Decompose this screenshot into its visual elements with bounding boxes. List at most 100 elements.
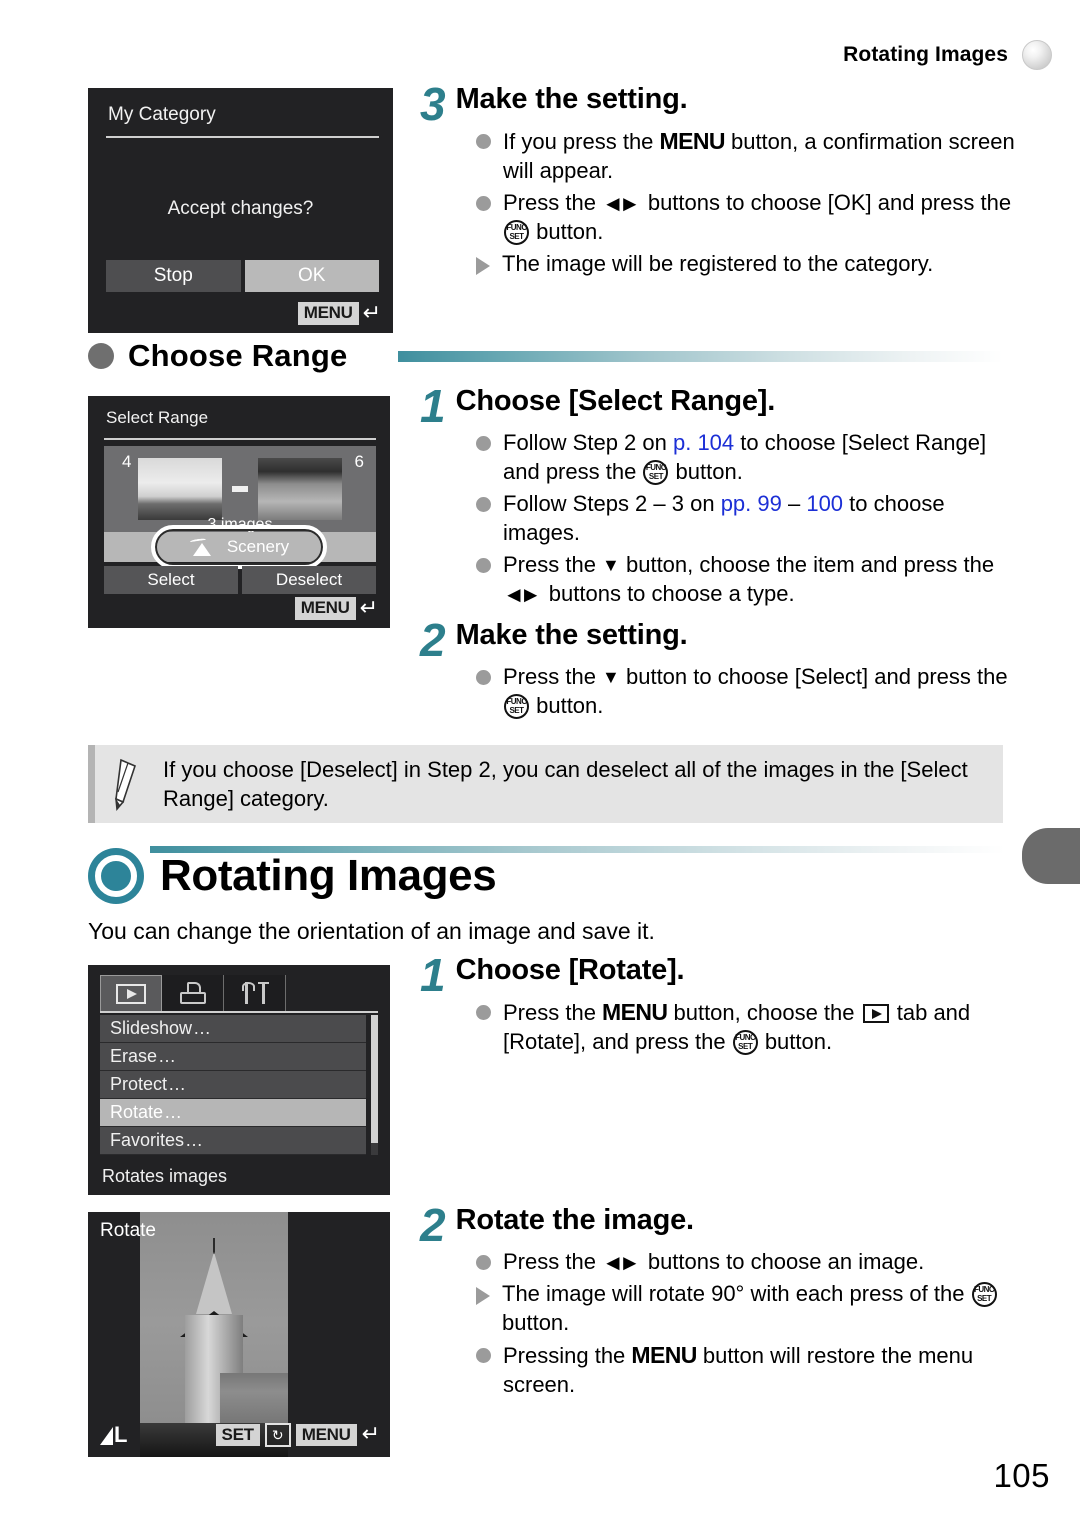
tab-print[interactable] xyxy=(162,975,224,1011)
bullet-text: The image will be registered to the cate… xyxy=(502,251,934,277)
select-button[interactable]: Select xyxy=(104,566,238,594)
menu-scrollbar-thumb[interactable] xyxy=(371,1015,378,1143)
page-link[interactable]: 100 xyxy=(806,491,843,516)
menu-badge: MENU xyxy=(295,1423,357,1447)
running-header: Rotating Images xyxy=(843,40,1052,70)
print-icon xyxy=(179,982,206,1004)
func-set-button-icon: FUNC SET xyxy=(971,1281,997,1307)
menu-hint-text: Rotates images xyxy=(102,1166,228,1186)
subsection-heading-choose-range: Choose Range xyxy=(88,338,347,374)
stop-button[interactable]: Stop xyxy=(106,260,241,292)
lcd-title: My Category xyxy=(108,104,216,125)
down-button-icon: ▼ xyxy=(602,554,620,575)
bullet-text: Follow Step 2 on p. 104 to choose [Selec… xyxy=(503,429,987,485)
bullet-item: Follow Steps 2 – 3 on pp. 99 – 100 to ch… xyxy=(476,489,1015,547)
rotate-badge-icon: ↻ xyxy=(264,1423,291,1447)
lcd-title: Select Range xyxy=(106,408,209,427)
step-rotate-the-image: 2 Rotate the image. Press the ◄► buttons… xyxy=(420,1199,1015,1399)
subsection-gradient-rule xyxy=(398,351,1003,362)
menu-return-hint: MENU ↵ xyxy=(297,299,381,325)
step-bullets: If you press the MENU button, a confirma… xyxy=(420,126,1015,278)
divider xyxy=(104,438,376,440)
return-arrow-icon: ↵ xyxy=(361,1421,380,1446)
category-value: Scenery xyxy=(189,537,289,557)
subsection-bullet-icon xyxy=(88,343,114,369)
step-title: Choose [Rotate]. xyxy=(455,954,685,986)
menu-item-ellipsis: … xyxy=(168,1074,188,1094)
step-bullets: Press the MENU button, choose the tab an… xyxy=(420,997,1015,1056)
menu-item-label: Protect xyxy=(110,1074,168,1094)
note-box: If you choose [Deselect] in Step 2, you … xyxy=(88,745,1003,823)
set-badge: SET xyxy=(215,1423,260,1447)
thumbnail-last xyxy=(258,458,342,520)
deselect-button[interactable]: Deselect xyxy=(242,566,376,594)
chapter-heading: Rotating Images xyxy=(88,848,497,904)
menu-item-label: Slideshow xyxy=(110,1018,193,1038)
menu-item-ellipsis: … xyxy=(185,1130,205,1150)
func-set-button-icon: FUNC SET xyxy=(504,693,529,719)
divider xyxy=(106,136,379,138)
playback-tab-icon xyxy=(862,1003,889,1023)
menu-item-ellipsis: … xyxy=(164,1102,184,1122)
page-link[interactable]: p. 104 xyxy=(673,430,734,455)
menu-item-ellipsis: … xyxy=(158,1046,178,1066)
thumbnail-first xyxy=(138,458,222,520)
step-number: 2 xyxy=(420,1199,446,1251)
bullet-dot-icon xyxy=(476,669,491,685)
left-right-buttons-icon: ◄► xyxy=(602,1249,640,1275)
bullet-text: Press the ◄► buttons to choose an image. xyxy=(503,1247,924,1276)
return-arrow-icon: ↵ xyxy=(359,594,378,620)
ring-circle-icon xyxy=(88,848,144,904)
bullet-dot-icon xyxy=(476,196,491,212)
pencil-icon xyxy=(115,758,136,811)
subsection-title: Choose Range xyxy=(128,338,348,373)
bullet-text: Press the ▼ button, choose the item and … xyxy=(503,550,1015,608)
chapter-marker-icon xyxy=(1022,40,1052,70)
menu-item-slideshow[interactable]: Slideshow… xyxy=(100,1015,366,1043)
bullet-text: Pressing the MENU button will restore th… xyxy=(503,1341,974,1398)
step-make-the-setting-range: 2 Make the setting. Press the ▼ button t… xyxy=(420,614,1015,720)
scenery-icon xyxy=(189,537,215,556)
menu-return-hint: MENU ↵ xyxy=(294,594,378,620)
menu-glyph-icon: MENU xyxy=(602,998,668,1025)
bullet-item: Press the ▼ button to choose [Select] an… xyxy=(476,662,1015,720)
bullet-dot-icon xyxy=(476,496,491,512)
bullet-item: Pressing the MENU button will restore th… xyxy=(476,1340,1015,1399)
step-title: Make the setting. xyxy=(455,83,688,115)
highlight-ring: Scenery xyxy=(151,525,327,569)
church-spire xyxy=(196,1252,232,1314)
page-title: Rotating Images xyxy=(160,851,497,900)
step-number: 2 xyxy=(420,614,446,666)
select-deselect-row: Select Deselect xyxy=(104,566,376,594)
menu-item-protect[interactable]: Protect… xyxy=(100,1071,366,1099)
menu-item-favorites[interactable]: Favorites… xyxy=(100,1127,366,1155)
step-number: 1 xyxy=(420,949,446,1001)
range-preview-panel: 4 6 3 images xyxy=(104,446,376,533)
step-number: 1 xyxy=(420,380,446,432)
chapter-intro-text: You can change the orientation of an ima… xyxy=(88,918,655,944)
side-tab-marker xyxy=(1022,828,1080,884)
bullet-dot-icon xyxy=(476,133,491,149)
lcd-title: Rotate xyxy=(100,1220,156,1241)
tab-settings[interactable] xyxy=(224,975,286,1011)
bullet-text: If you press the MENU button, a confirma… xyxy=(503,127,1015,184)
bullet-item: If you press the MENU button, a confirma… xyxy=(476,126,1015,185)
return-arrow-icon: ↵ xyxy=(362,299,381,325)
menu-item-rotate[interactable]: Rotate… xyxy=(100,1099,366,1127)
menu-item-erase[interactable]: Erase… xyxy=(100,1043,366,1071)
result-triangle-icon xyxy=(476,1286,490,1305)
ok-button[interactable]: OK xyxy=(244,260,379,292)
bullet-text: Follow Steps 2 – 3 on pp. 99 – 100 to ch… xyxy=(503,490,945,545)
tab-playback[interactable] xyxy=(100,975,162,1011)
step-make-the-setting-category: 3 Make the setting. If you press the MEN… xyxy=(420,81,1015,278)
left-right-buttons-icon: ◄► xyxy=(602,191,640,217)
range-dash-icon xyxy=(232,486,248,492)
running-header-title: Rotating Images xyxy=(843,43,1008,66)
bullet-item: Follow Step 2 on p. 104 to choose [Selec… xyxy=(476,428,1015,486)
step-choose-select-range: 1 Choose [Select Range]. Follow Step 2 o… xyxy=(420,380,1015,608)
func-set-button-icon: FUNC SET xyxy=(504,220,529,246)
bullet-dot-icon xyxy=(476,1254,491,1270)
bullet-text: Press the ▼ button to choose [Select] an… xyxy=(503,663,1008,719)
page-link[interactable]: pp. 99 xyxy=(721,491,782,516)
bullet-text: Press the ◄► buttons to choose [OK] and … xyxy=(503,190,1012,246)
